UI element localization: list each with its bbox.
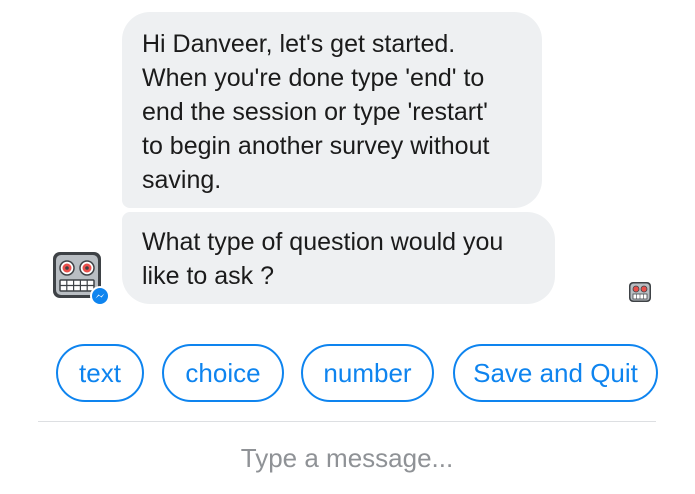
quick-replies: text choice number Save and Quit bbox=[56, 344, 695, 402]
robot-face-icon bbox=[629, 282, 651, 302]
quick-reply-choice[interactable]: choice bbox=[162, 344, 284, 402]
composer-divider bbox=[38, 421, 656, 422]
message-line: What type of question would you bbox=[142, 228, 504, 256]
quick-reply-save-and-quit[interactable]: Save and Quit bbox=[453, 344, 658, 402]
messenger-badge-icon bbox=[90, 286, 110, 306]
quick-reply-text[interactable]: text bbox=[56, 344, 144, 402]
message-composer bbox=[38, 432, 656, 484]
bot-message-bubble: What type of question would you like to … bbox=[122, 212, 555, 304]
bot-avatar[interactable] bbox=[50, 250, 112, 306]
robot-face-icon bbox=[53, 252, 110, 306]
message-line: to begin another survey without bbox=[142, 132, 490, 160]
quick-reply-number[interactable]: number bbox=[301, 344, 434, 402]
message-line: saving. bbox=[142, 166, 222, 194]
message-line: like to ask ? bbox=[142, 262, 275, 290]
bot-message-bubble: Hi Danveer, let's get started. When you'… bbox=[122, 12, 542, 208]
message-line: Hi Danveer, let's get started. bbox=[142, 30, 456, 58]
message-input[interactable] bbox=[38, 432, 656, 484]
read-receipt-avatar bbox=[628, 281, 652, 303]
message-line: end the session or type 'restart' bbox=[142, 98, 488, 126]
message-line: When you're done type 'end' to bbox=[142, 64, 485, 92]
